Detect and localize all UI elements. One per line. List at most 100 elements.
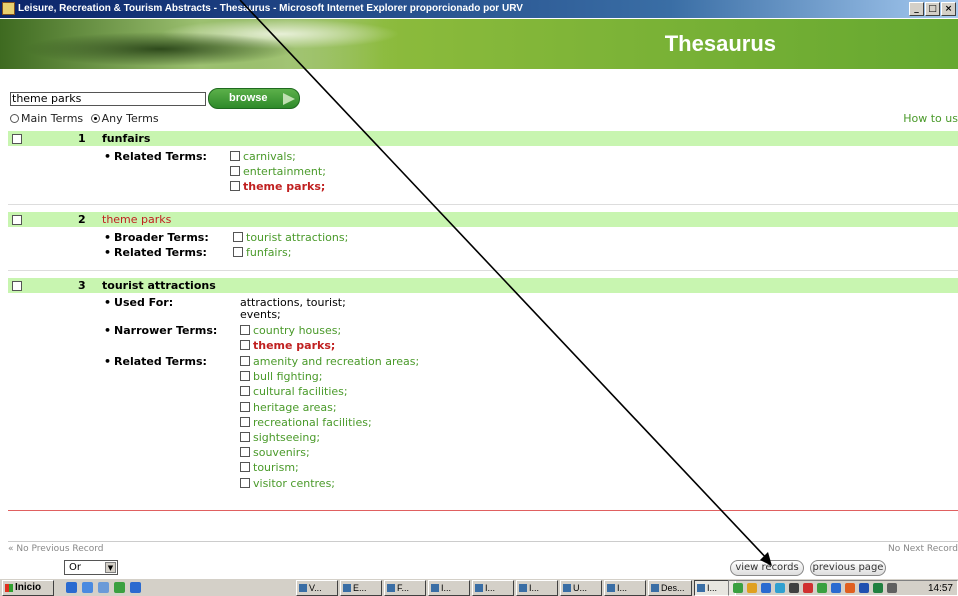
- taskbar-window-button[interactable]: Des...: [648, 580, 692, 596]
- term-item-checkbox[interactable]: [240, 402, 250, 412]
- term-checkbox-2[interactable]: [12, 215, 22, 225]
- content-end-divider: [8, 510, 958, 511]
- taskbar-window-button[interactable]: I...: [516, 580, 558, 596]
- tray-icon[interactable]: [817, 583, 827, 593]
- term-item-checkbox[interactable]: [240, 447, 250, 457]
- related-term-item-current[interactable]: theme parks;: [230, 180, 325, 193]
- view-records-button[interactable]: view records: [730, 560, 804, 576]
- term-item-checkbox[interactable]: [240, 432, 250, 442]
- record-nav-row: « No Previous Record No Next Record: [8, 541, 958, 555]
- term-checkbox-3[interactable]: [12, 281, 22, 291]
- taskbar-window-button[interactable]: I...: [428, 580, 470, 596]
- how-to-use-link[interactable]: How to us: [903, 112, 958, 125]
- tray-icon[interactable]: [789, 583, 799, 593]
- minimize-button[interactable]: _: [909, 2, 924, 16]
- taskbar-window-button[interactable]: I...: [472, 580, 514, 596]
- related-terms-label: • Related Terms:: [104, 355, 207, 368]
- term-checkbox-1[interactable]: [12, 134, 22, 144]
- term-title-theme-parks[interactable]: theme parks: [102, 212, 171, 227]
- browser-quicklaunch-icon[interactable]: [130, 582, 141, 593]
- broader-terms-label: • Broader Terms:: [104, 231, 209, 244]
- taskbar-window-button[interactable]: V...: [296, 580, 338, 596]
- taskbar-clock: 14:57: [927, 583, 953, 594]
- term-item-checkbox[interactable]: [233, 247, 243, 257]
- term-item-checkbox[interactable]: [240, 371, 250, 381]
- term-item-checkbox[interactable]: [240, 356, 250, 366]
- browse-button[interactable]: browse: [208, 88, 300, 109]
- related-term-item[interactable]: funfairs;: [233, 246, 291, 259]
- divider: [8, 270, 958, 271]
- used-for-label: • Used For:: [104, 296, 174, 309]
- chevron-down-icon[interactable]: ▼: [105, 562, 116, 573]
- term-mode-radio-group: Main Terms Any Terms: [10, 112, 159, 125]
- term-item-checkbox[interactable]: [230, 166, 240, 176]
- related-term-item[interactable]: bull fighting;: [240, 370, 322, 383]
- system-tray: 14:57: [728, 580, 958, 596]
- bottom-toolbar: Or ▼ view records previous page: [8, 556, 958, 578]
- term-item-checkbox[interactable]: [240, 478, 250, 488]
- close-button[interactable]: ×: [941, 2, 956, 16]
- no-next-record-label: No Next Record: [887, 544, 958, 554]
- term-header-3: 3 tourist attractions: [8, 278, 958, 293]
- related-term-item[interactable]: heritage areas;: [240, 401, 337, 414]
- windows-taskbar: Inicio V... E... F... I... I... I... U..…: [0, 578, 958, 596]
- tray-icon[interactable]: [873, 583, 883, 593]
- term-title-tourist-attractions[interactable]: tourist attractions: [102, 278, 216, 293]
- window-title: Leisure, Recreation & Tourism Abstracts …: [18, 3, 523, 14]
- tray-icon[interactable]: [831, 583, 841, 593]
- taskbar-window-button[interactable]: E...: [340, 580, 382, 596]
- window-titlebar[interactable]: Leisure, Recreation & Tourism Abstracts …: [0, 0, 958, 18]
- operator-select[interactable]: Or ▼: [64, 560, 118, 575]
- term-item-checkbox[interactable]: [240, 462, 250, 472]
- taskbar-window-button[interactable]: F...: [384, 580, 426, 596]
- related-term-item[interactable]: recreational facilities;: [240, 416, 372, 429]
- related-term-item[interactable]: souvenirs;: [240, 446, 310, 459]
- term-item-checkbox[interactable]: [240, 340, 250, 350]
- broader-term-item[interactable]: tourist attractions;: [233, 231, 348, 244]
- related-term-item[interactable]: cultural facilities;: [240, 385, 348, 398]
- related-term-item[interactable]: amenity and recreation areas;: [240, 355, 419, 368]
- outlook-quicklaunch-icon[interactable]: [82, 582, 93, 593]
- desktop-quicklaunch-icon[interactable]: [98, 582, 109, 593]
- narrower-terms-label: • Narrower Terms:: [104, 324, 218, 337]
- term-header-2: 2 theme parks: [8, 212, 958, 227]
- related-term-item[interactable]: visitor centres;: [240, 477, 335, 490]
- tray-icon[interactable]: [845, 583, 855, 593]
- term-item-checkbox[interactable]: [233, 232, 243, 242]
- start-button[interactable]: Inicio: [2, 580, 54, 596]
- related-term-item[interactable]: sightseeing;: [240, 431, 320, 444]
- term-title-funfairs[interactable]: funfairs: [102, 131, 150, 146]
- tray-icon[interactable]: [733, 583, 743, 593]
- previous-page-button[interactable]: previous page: [810, 560, 886, 576]
- taskbar-window-button[interactable]: U...: [560, 580, 602, 596]
- taskbar-window-button[interactable]: I...: [604, 580, 646, 596]
- media-quicklaunch-icon[interactable]: [114, 582, 125, 593]
- no-previous-record-label: « No Previous Record: [8, 544, 104, 554]
- related-term-item[interactable]: carnivals;: [230, 150, 296, 163]
- term-number: 2: [78, 213, 86, 226]
- tray-icon[interactable]: [761, 583, 771, 593]
- banner-title: Thesaurus: [664, 31, 776, 56]
- term-item-checkbox[interactable]: [240, 417, 250, 427]
- related-term-item[interactable]: entertainment;: [230, 165, 326, 178]
- term-item-checkbox[interactable]: [240, 386, 250, 396]
- search-input[interactable]: theme parks: [10, 92, 206, 106]
- ie-app-icon: [2, 2, 15, 15]
- term-item-checkbox[interactable]: [230, 151, 240, 161]
- narrower-term-item[interactable]: country houses;: [240, 324, 341, 337]
- tray-icon[interactable]: [747, 583, 757, 593]
- related-term-item[interactable]: tourism;: [240, 461, 299, 474]
- tray-icon[interactable]: [775, 583, 785, 593]
- thesaurus-banner: Thesaurus: [0, 19, 958, 69]
- tray-icon[interactable]: [887, 583, 897, 593]
- tray-icon[interactable]: [803, 583, 813, 593]
- narrower-term-item-current[interactable]: theme parks;: [240, 339, 335, 352]
- browse-label: browse: [229, 92, 268, 104]
- any-terms-radio[interactable]: [90, 114, 100, 123]
- language-indicator-icon[interactable]: [859, 583, 869, 593]
- maximize-button[interactable]: □: [925, 2, 940, 16]
- ie-quicklaunch-icon[interactable]: [66, 582, 77, 593]
- term-item-checkbox[interactable]: [240, 325, 250, 335]
- main-terms-radio[interactable]: [10, 114, 19, 123]
- term-item-checkbox[interactable]: [230, 181, 240, 191]
